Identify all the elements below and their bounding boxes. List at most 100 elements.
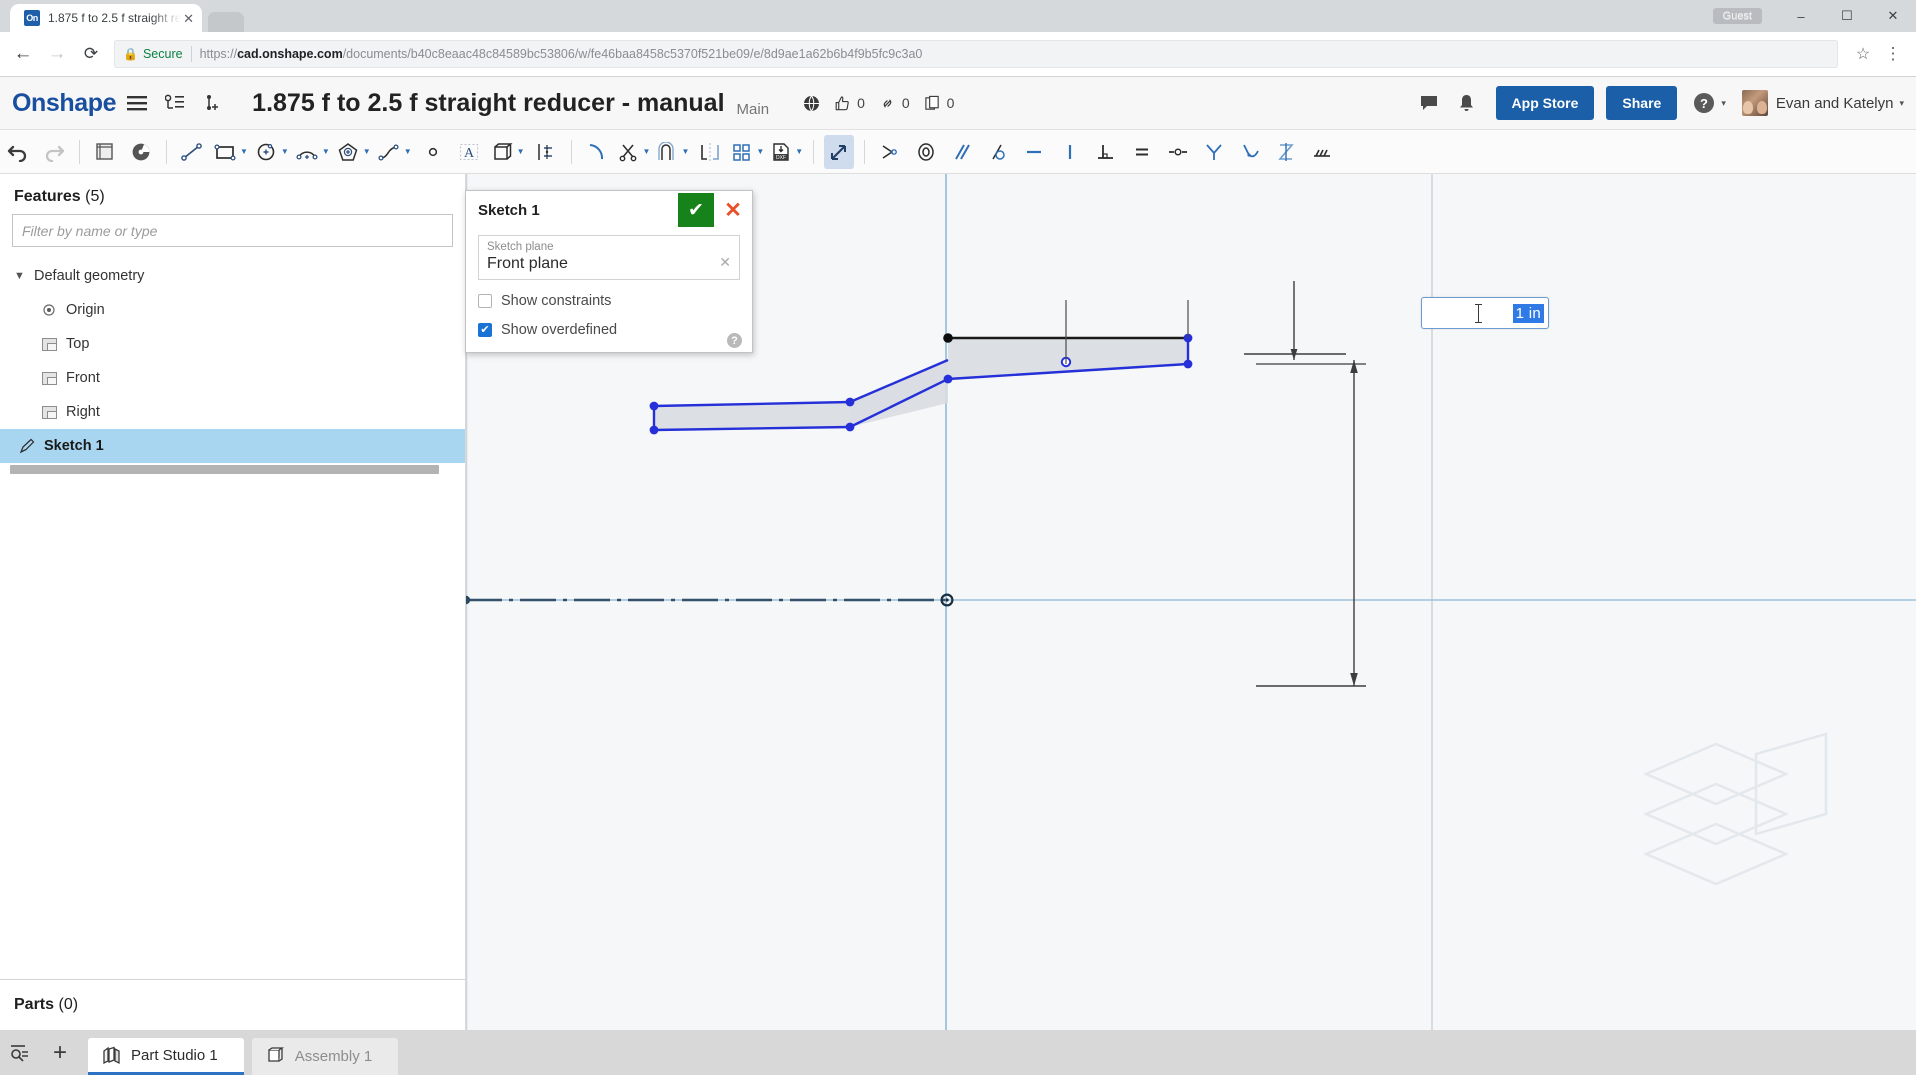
user-chevron-down-icon[interactable]: ▾ [1899,98,1904,109]
bookmark-star-icon[interactable]: ☆ [1848,37,1878,71]
add-tab-button[interactable]: + [40,1033,80,1073]
chevron-down-icon[interactable]: ▼ [322,147,330,156]
feature-rollback-bar[interactable] [10,465,439,474]
parts-panel-title[interactable]: Parts (0) [0,979,465,1030]
cancel-x-button[interactable]: ✕ [714,193,752,227]
constraint-pierce-icon[interactable] [1271,135,1301,169]
constraint-tangent-icon[interactable] [983,135,1013,169]
new-tab-button[interactable] [208,12,244,32]
import-dxf-icon[interactable]: DXF ▼ [770,135,803,169]
polygon-tool-icon[interactable]: ▼ [336,135,371,169]
constraint-concentric-icon[interactable] [911,135,941,169]
tab-part-studio-1[interactable]: Part Studio 1 [88,1038,244,1075]
constraint-midpoint-icon[interactable] [1163,135,1193,169]
show-overdefined-row[interactable]: ✔ Show overdefined [478,322,740,338]
comments-icon[interactable] [1412,86,1446,120]
fillet-tool-icon[interactable] [582,135,612,169]
arc-tool-icon[interactable]: ▼ [295,135,330,169]
extrude-icon[interactable] [126,135,156,169]
app-store-button[interactable]: App Store [1495,86,1595,120]
back-icon[interactable]: ← [6,37,40,71]
chevron-down-icon[interactable]: ▼ [14,270,30,282]
constraint-equal-icon[interactable] [1127,135,1157,169]
chevron-down-icon[interactable]: ▼ [363,147,371,156]
links-stat[interactable]: 0 [879,95,910,112]
chevron-down-icon[interactable]: ▼ [756,147,764,156]
tree-item-top[interactable]: Top [0,327,465,361]
chevron-down-icon[interactable]: ▼ [681,147,689,156]
feature-tree: ▼ Default geometry Origin Top Front Righ… [0,259,465,474]
chevron-down-icon[interactable]: ▼ [517,147,525,156]
use-project-icon[interactable]: ▼ [490,135,525,169]
chevron-down-icon[interactable]: ▼ [795,147,803,156]
pattern-tool-icon[interactable]: ▼ [731,135,764,169]
url-input[interactable]: 🔒 Secure https://cad.onshape.com/documen… [114,40,1838,68]
mirror-tool-icon[interactable] [695,135,725,169]
close-window-icon[interactable]: ✕ [1870,0,1916,32]
chevron-down-icon[interactable]: ▼ [240,147,248,156]
version-graph-icon[interactable] [158,86,192,120]
browser-tab[interactable]: On 1.875 f to 2.5 f straight re ✕ [10,4,202,32]
tree-item-sketch-1[interactable]: Sketch 1 [0,429,465,463]
spline-tool-icon[interactable]: ▼ [377,135,412,169]
chevron-down-icon[interactable]: ▼ [281,147,289,156]
likes-stat[interactable]: 0 [834,95,865,112]
browser-menu-icon[interactable]: ⋮ [1878,37,1908,71]
tab-assembly-1[interactable]: Assembly 1 [251,1038,399,1075]
show-constraints-row[interactable]: Show constraints [478,293,740,309]
offset-tool-icon[interactable]: ▼ [656,135,689,169]
dimension-tool-icon[interactable] [824,134,855,169]
rectangle-tool-icon[interactable]: ▼ [213,135,248,169]
new-sketch-icon[interactable] [90,135,120,169]
chevron-down-icon[interactable]: ▼ [643,147,651,156]
constraint-vertical-icon[interactable] [1055,135,1085,169]
minimize-icon[interactable]: – [1778,0,1824,32]
document-title[interactable]: 1.875 f to 2.5 f straight reducer - manu… [252,89,724,118]
tree-item-label: Default geometry [34,268,145,284]
public-globe-icon [803,95,820,112]
onshape-logo[interactable]: Onshape [12,89,117,118]
hamburger-menu-icon[interactable] [120,86,154,120]
show-constraints-checkbox[interactable] [478,294,492,308]
tree-item-origin[interactable]: Origin [0,293,465,327]
tree-item-right[interactable]: Right [0,395,465,429]
circle-tool-icon[interactable]: ▼ [254,135,289,169]
share-button[interactable]: Share [1606,86,1678,120]
redo-icon[interactable] [39,135,69,169]
constraint-symmetric-icon[interactable] [1199,135,1229,169]
sketch-plane-field[interactable]: Sketch plane Front plane ✕ [478,235,740,280]
maximize-icon[interactable]: ☐ [1824,0,1870,32]
chevron-down-icon[interactable]: ▼ [404,147,412,156]
notifications-bell-icon[interactable] [1450,86,1484,120]
constraint-parallel-icon[interactable] [947,135,977,169]
constraint-coincident-icon[interactable] [875,135,905,169]
dimension-value-input[interactable]: 1 in [1421,297,1549,329]
reload-icon[interactable]: ⟳ [74,37,108,71]
dimension-display-icon[interactable] [531,135,561,169]
insert-version-icon[interactable] [196,86,230,120]
clear-plane-icon[interactable]: ✕ [719,254,731,273]
line-tool-icon[interactable] [177,135,207,169]
undo-icon[interactable] [3,135,33,169]
constraint-horizontal-icon[interactable] [1019,135,1049,169]
tab-search-icon[interactable] [0,1033,40,1073]
user-avatar[interactable] [1741,90,1768,116]
show-overdefined-checkbox[interactable]: ✔ [478,323,492,337]
constraint-perpendicular-icon[interactable] [1091,135,1121,169]
close-tab-icon[interactable]: ✕ [183,12,194,25]
construction-geometry-icon[interactable] [1307,135,1337,169]
feature-filter-input[interactable]: Filter by name or type [12,214,453,247]
tree-group-default-geometry[interactable]: ▼ Default geometry [0,259,465,293]
guest-profile-chip[interactable]: Guest [1712,8,1762,24]
forward-icon[interactable]: → [40,37,74,71]
user-name-label[interactable]: Evan and Katelyn [1776,95,1894,112]
text-tool-icon[interactable]: A [454,135,484,169]
tree-item-front[interactable]: Front [0,361,465,395]
confirm-checkmark-button[interactable]: ✔ [678,193,714,227]
help-icon[interactable]: ? [727,333,742,348]
point-tool-icon[interactable] [418,135,448,169]
help-menu[interactable]: ? ▾ [1693,92,1726,114]
constraint-curvature-icon[interactable] [1235,135,1265,169]
copies-stat[interactable]: 0 [924,95,954,112]
trim-tool-icon[interactable]: ▼ [618,135,651,169]
